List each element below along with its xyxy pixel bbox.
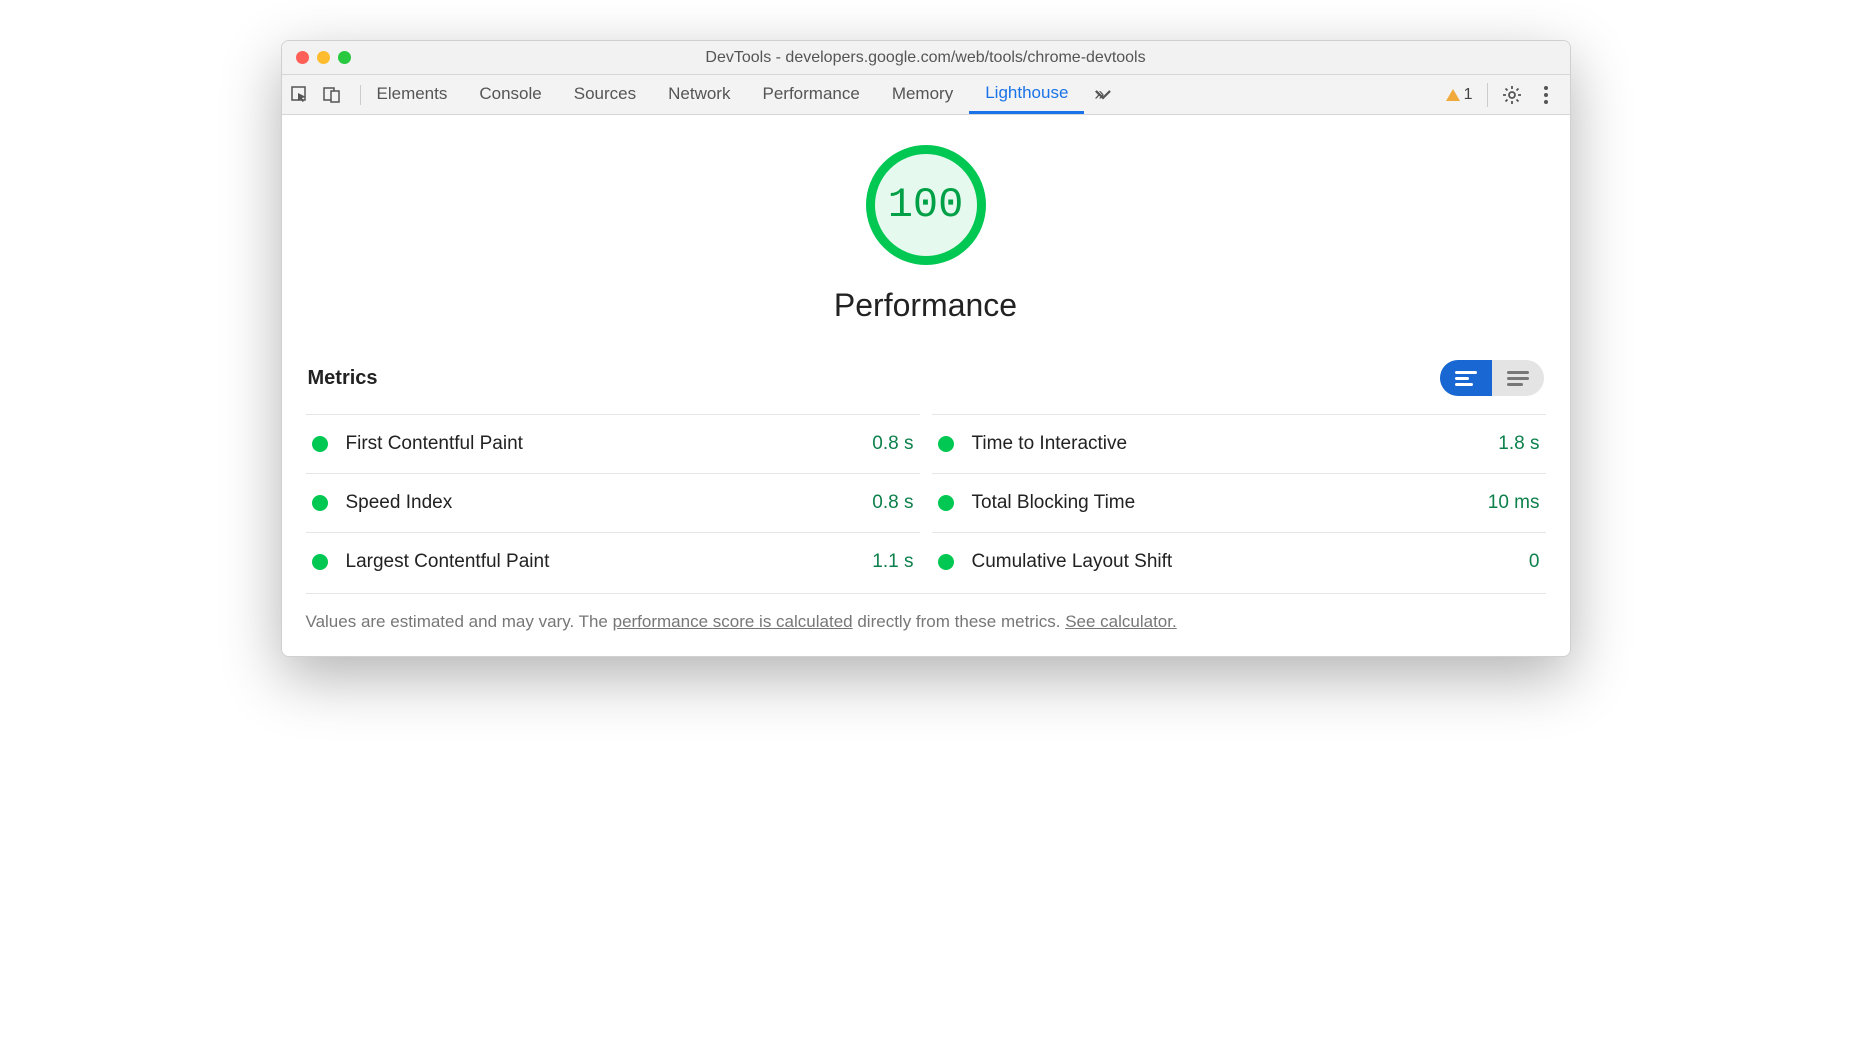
- metric-name: Cumulative Layout Shift: [972, 551, 1529, 573]
- footer-text: Values are estimated and may vary. The: [306, 612, 613, 631]
- tab-lighthouse[interactable]: Lighthouse: [969, 75, 1084, 114]
- close-window-button[interactable]: [296, 51, 309, 64]
- metric-row-tti: Time to Interactive 1.8 s: [932, 414, 1546, 473]
- metric-value: 10 ms: [1488, 492, 1540, 514]
- metric-name: First Contentful Paint: [346, 433, 873, 455]
- devtools-window: DevTools - developers.google.com/web/too…: [281, 40, 1571, 657]
- metrics-view-toggle: [1440, 360, 1544, 396]
- warning-badge[interactable]: 1: [1446, 86, 1473, 104]
- performance-score-calc-link[interactable]: performance score is calculated: [613, 612, 853, 631]
- metric-value: 1.1 s: [872, 551, 913, 573]
- warning-count: 1: [1464, 86, 1473, 104]
- view-toggle-expanded[interactable]: [1492, 360, 1544, 396]
- metric-name: Largest Contentful Paint: [346, 551, 873, 573]
- tab-console[interactable]: Console: [463, 75, 557, 114]
- metrics-header: Metrics: [306, 360, 1546, 396]
- metric-row-fcp: First Contentful Paint 0.8 s: [306, 414, 920, 473]
- inspect-element-icon[interactable]: [290, 85, 310, 105]
- metric-row-tbt: Total Blocking Time 10 ms: [932, 473, 1546, 532]
- more-options-icon[interactable]: [1536, 85, 1556, 105]
- metric-value: 1.8 s: [1498, 433, 1539, 455]
- metric-value: 0.8 s: [872, 433, 913, 455]
- tab-performance[interactable]: Performance: [746, 75, 875, 114]
- view-toggle-compact[interactable]: [1440, 360, 1492, 396]
- status-dot-icon: [312, 554, 328, 570]
- tab-sources[interactable]: Sources: [558, 75, 652, 114]
- metric-name: Time to Interactive: [972, 433, 1499, 455]
- status-dot-icon: [312, 436, 328, 452]
- metrics-footer: Values are estimated and may vary. The p…: [306, 593, 1546, 632]
- warning-icon: [1446, 89, 1460, 101]
- performance-score-value: 100: [888, 181, 964, 229]
- metric-value: 0: [1529, 551, 1540, 573]
- metric-value: 0.8 s: [872, 492, 913, 514]
- status-dot-icon: [938, 554, 954, 570]
- status-dot-icon: [312, 495, 328, 511]
- metrics-heading: Metrics: [308, 367, 378, 390]
- metric-name: Speed Index: [346, 492, 873, 514]
- titlebar: DevTools - developers.google.com/web/too…: [282, 41, 1570, 75]
- performance-category-label: Performance: [834, 287, 1017, 324]
- status-dot-icon: [938, 436, 954, 452]
- lighthouse-report: 100 Performance Metrics: [282, 115, 1570, 656]
- metric-row-lcp: Largest Contentful Paint 1.1 s: [306, 532, 920, 591]
- tab-memory[interactable]: Memory: [876, 75, 969, 114]
- toolbar-divider: [1487, 83, 1488, 107]
- window-title: DevTools - developers.google.com/web/too…: [282, 49, 1570, 67]
- devtools-toolbar: Elements Console Sources Network Perform…: [282, 75, 1570, 115]
- metrics-grid: First Contentful Paint 0.8 s Time to Int…: [306, 414, 1546, 591]
- maximize-window-button[interactable]: [338, 51, 351, 64]
- performance-score-circle: 100: [866, 145, 986, 265]
- tab-elements[interactable]: Elements: [361, 75, 464, 114]
- panel-tabs: Elements Console Sources Network Perform…: [361, 75, 1085, 114]
- traffic-lights: [282, 51, 351, 64]
- toolbar-left-group: [290, 85, 361, 105]
- footer-text: directly from these metrics.: [853, 612, 1066, 631]
- status-dot-icon: [938, 495, 954, 511]
- toolbar-right-group: 1: [1446, 83, 1562, 107]
- metric-row-si: Speed Index 0.8 s: [306, 473, 920, 532]
- metric-row-cls: Cumulative Layout Shift 0: [932, 532, 1546, 591]
- metric-name: Total Blocking Time: [972, 492, 1488, 514]
- score-gauge: 100 Performance: [306, 145, 1546, 324]
- settings-icon[interactable]: [1502, 85, 1522, 105]
- tab-network[interactable]: Network: [652, 75, 746, 114]
- device-toggle-icon[interactable]: [322, 85, 342, 105]
- see-calculator-link[interactable]: See calculator.: [1065, 612, 1177, 631]
- more-tabs-button[interactable]: »: [1084, 84, 1114, 105]
- minimize-window-button[interactable]: [317, 51, 330, 64]
